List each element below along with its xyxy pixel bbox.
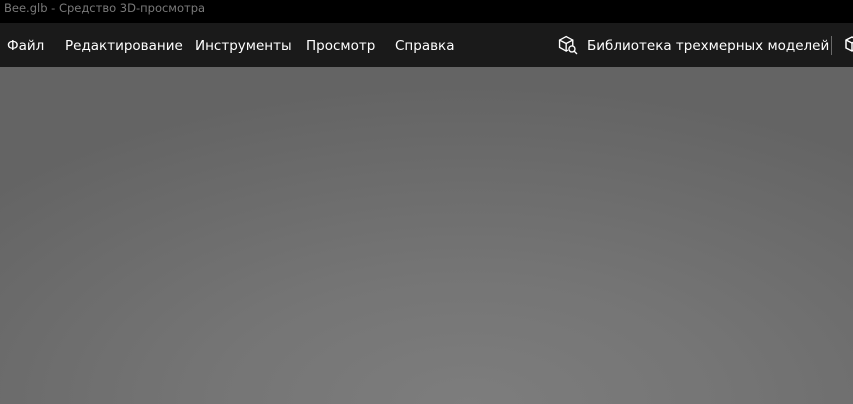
3d-library-button[interactable]: Библиотека трехмерных моделей — [557, 23, 829, 67]
menu-file[interactable]: Файл — [7, 23, 44, 67]
menu-edit[interactable]: Редактирование — [65, 23, 183, 67]
3d-viewport[interactable] — [0, 67, 853, 404]
3d-library-label: Библиотека трехмерных моделей — [587, 38, 830, 54]
window-title: Bee.glb - Средство 3D-просмотра — [4, 1, 206, 15]
3d-object-icon[interactable] — [845, 35, 853, 55]
title-bar[interactable]: Bee.glb - Средство 3D-просмотра — [0, 0, 853, 23]
menu-divider — [831, 36, 832, 55]
menu-bar: Файл Редактирование Инструменты Просмотр… — [0, 23, 853, 67]
3d-cube-icon — [558, 35, 578, 55]
app-window: Bee.glb - Средство 3D-просмотра Файл Ред… — [0, 0, 853, 404]
menu-view[interactable]: Просмотр — [306, 23, 375, 67]
menu-help[interactable]: Справка — [395, 23, 454, 67]
menu-tools[interactable]: Инструменты — [195, 23, 292, 67]
